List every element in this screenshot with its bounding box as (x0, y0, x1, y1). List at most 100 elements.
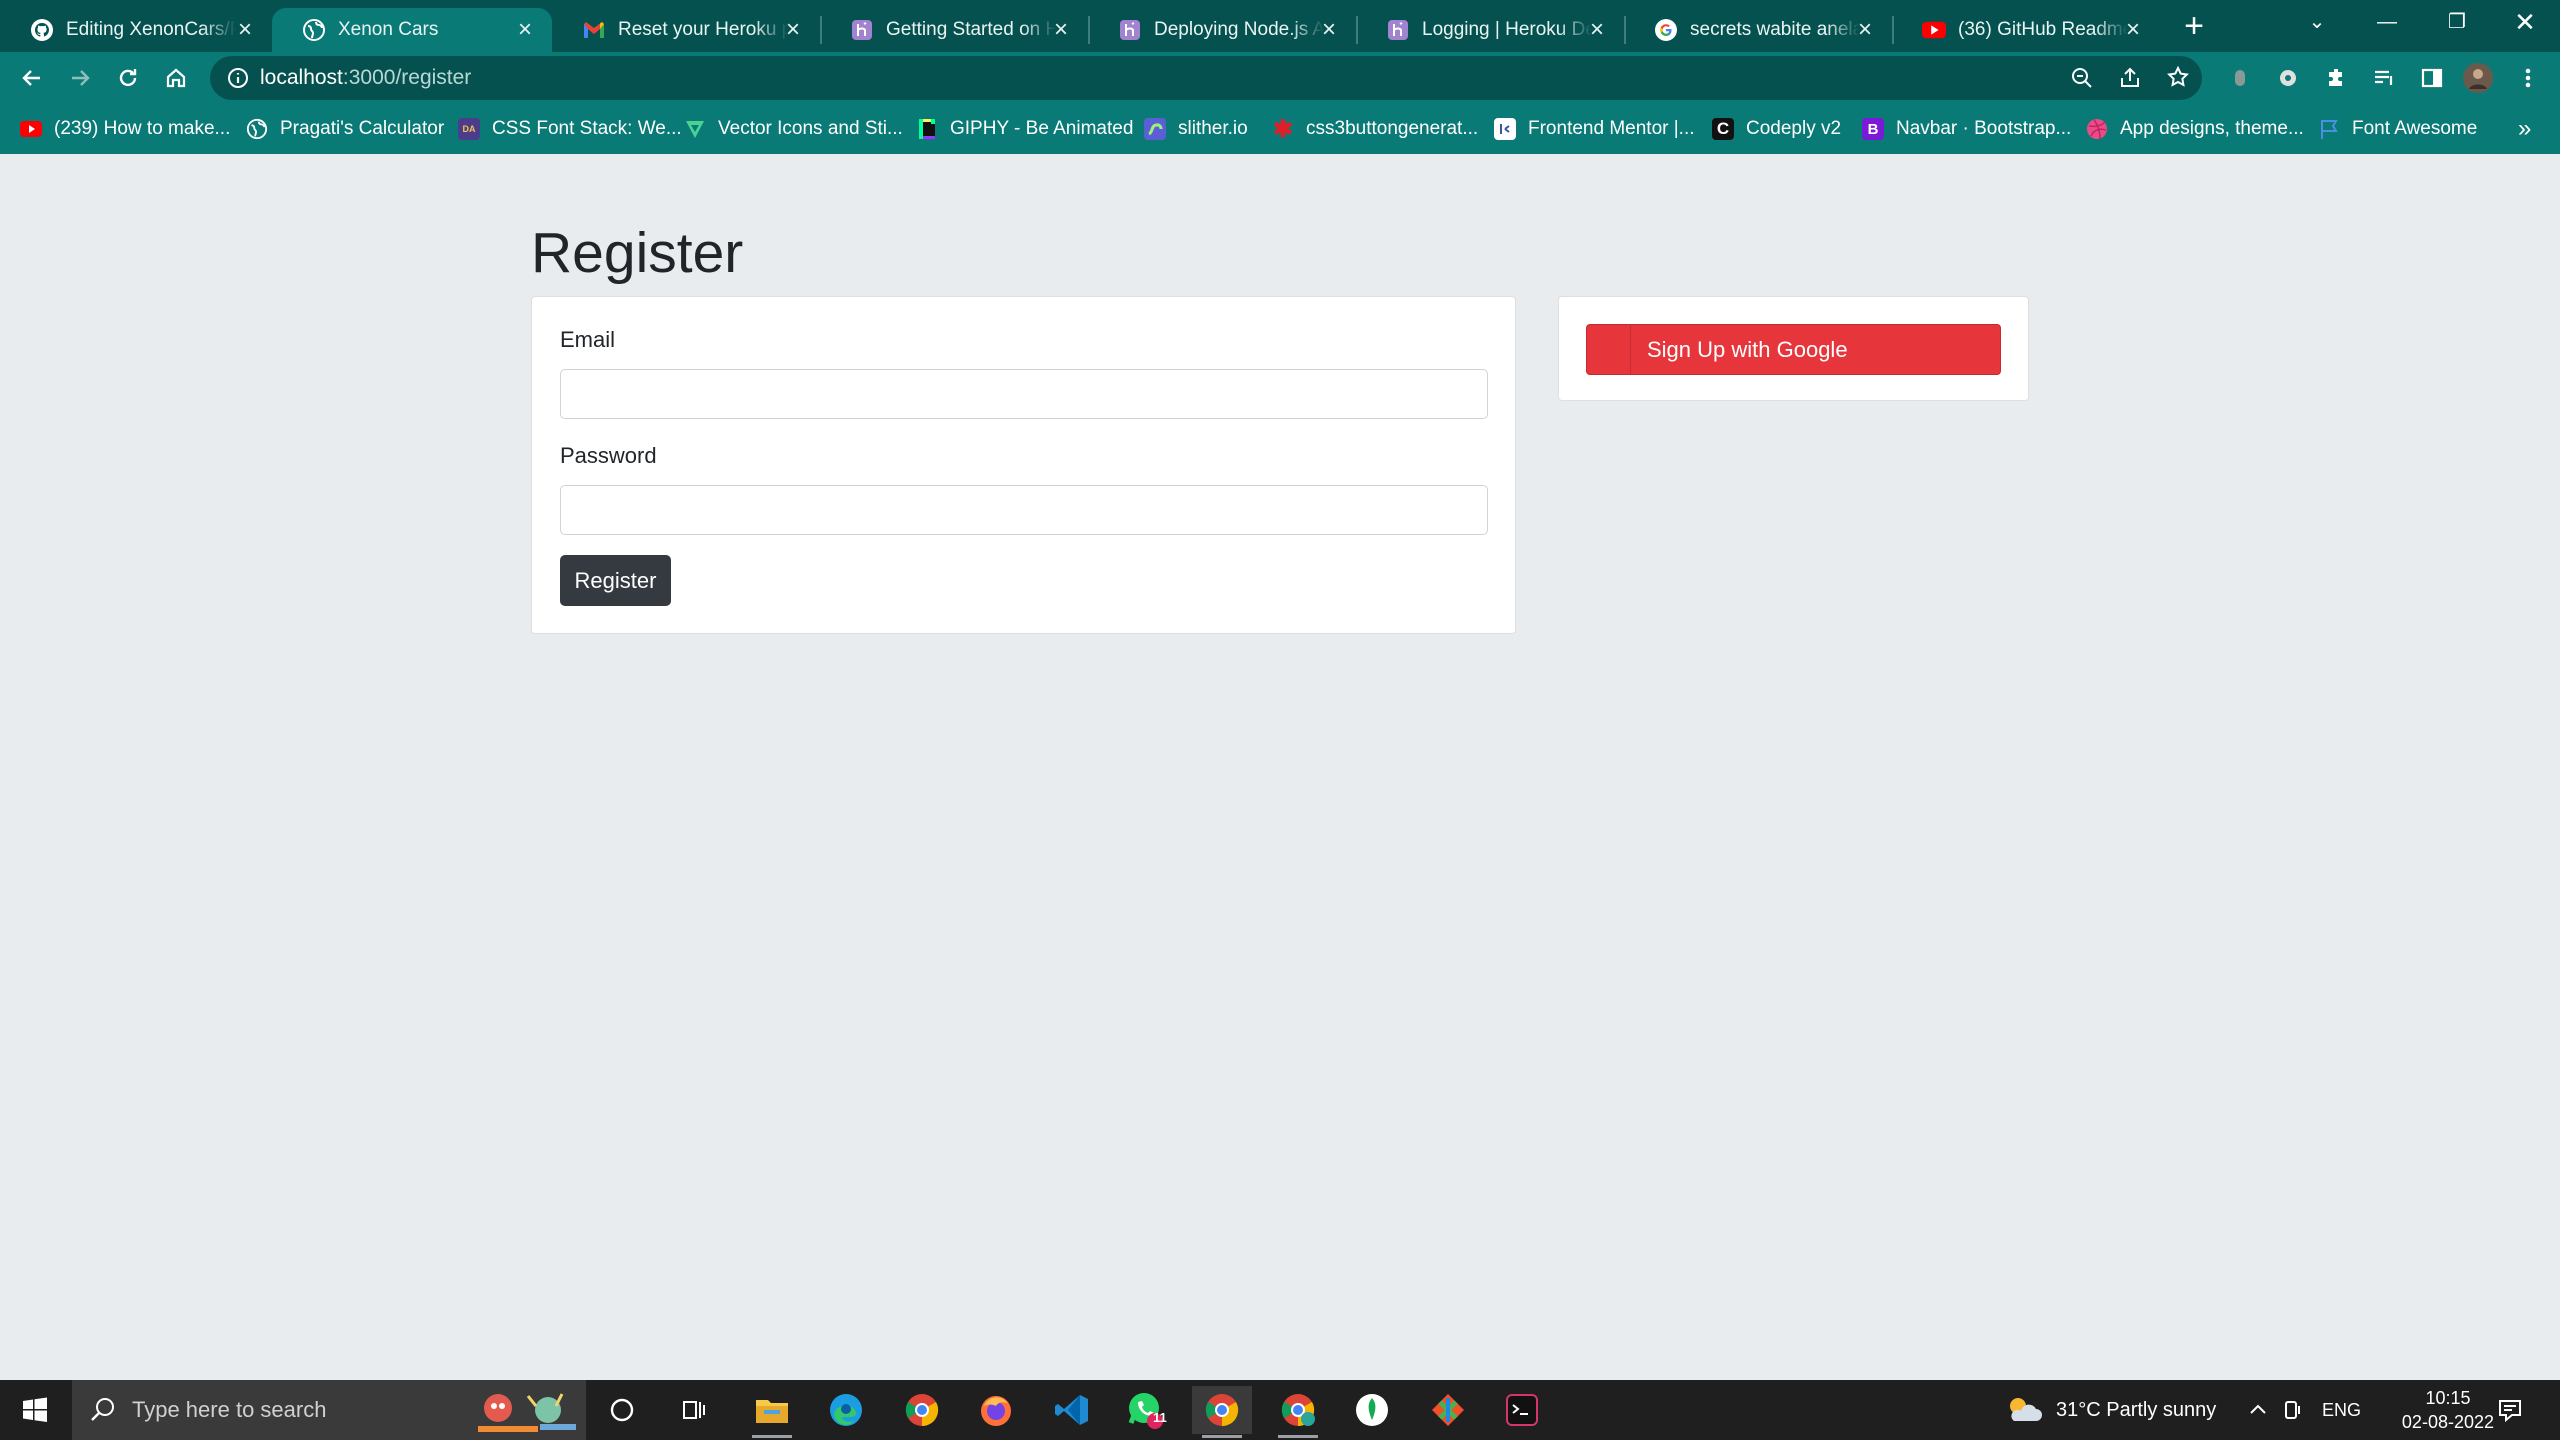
windows-start-button[interactable] (0, 1380, 70, 1440)
tab-youtube-readme[interactable]: (36) GitHub Readme I × (1892, 8, 2160, 52)
close-icon[interactable]: × (512, 17, 538, 43)
bookmark-label: App designs, theme... (2120, 118, 2304, 139)
bookmark-giphy[interactable]: GIPHY - Be Animated (916, 116, 1133, 142)
close-window-button[interactable]: ✕ (2490, 0, 2560, 44)
google-signup-label: Sign Up with Google (1647, 337, 1848, 362)
chrome-active-icon[interactable] (1192, 1386, 1252, 1438)
more-menu-icon[interactable] (2512, 62, 2544, 94)
bookmark-pragati-calculator[interactable]: Pragati's Calculator (246, 116, 444, 142)
bookmark-label: Frontend Mentor |... (1528, 118, 1695, 139)
tab-search-chevron-icon[interactable]: ⌄ (2282, 0, 2352, 44)
email-field[interactable] (560, 369, 1488, 419)
git-gui-icon[interactable] (1418, 1386, 1478, 1434)
taskbar-search-box[interactable]: Type here to search (72, 1380, 586, 1440)
bookmark-star-icon[interactable] (2166, 65, 2190, 94)
reading-list-icon[interactable] (2368, 62, 2400, 94)
new-tab-button[interactable]: + (2176, 8, 2212, 44)
close-icon[interactable]: × (1048, 17, 1074, 43)
more-bookmarks-chevron-icon[interactable]: » (2518, 115, 2531, 142)
bookmark-dribbble[interactable]: App designs, theme... (2086, 116, 2304, 142)
close-icon[interactable]: × (780, 17, 806, 43)
chrome-profile-icon[interactable] (1268, 1386, 1328, 1438)
address-bar[interactable]: localhost:3000/register (210, 56, 2202, 100)
google-icon (1587, 325, 1631, 374)
firefox-icon[interactable] (966, 1386, 1026, 1434)
file-explorer-icon[interactable] (742, 1386, 802, 1438)
show-hidden-icons-chevron-icon[interactable] (2248, 1380, 2268, 1440)
tab-heroku-logging[interactable]: Logging | Heroku Dev × (1356, 8, 1624, 52)
register-button[interactable]: Register (560, 555, 671, 606)
close-icon[interactable]: × (1852, 17, 1878, 43)
bookmark-css-font-stack[interactable]: DA CSS Font Stack: We... (458, 116, 682, 142)
tab-title: (36) GitHub Readme I (1958, 19, 2128, 40)
tab-title: secrets wabite anela y (1690, 19, 1860, 40)
bookmark-font-awesome[interactable]: Font Awesome (2318, 116, 2477, 142)
dribbble-icon (2086, 118, 2108, 140)
bookmark-label: Vector Icons and Sti... (718, 118, 903, 139)
clock-time: 10:15 (2425, 1388, 2471, 1408)
weather-text: 31°C Partly sunny (2056, 1398, 2217, 1421)
side-panel-icon[interactable] (2416, 62, 2448, 94)
extension-gear-icon[interactable] (2272, 62, 2304, 94)
bookmark-slither[interactable]: slither.io (1144, 116, 1248, 142)
device-icon[interactable] (2282, 1380, 2304, 1440)
zoom-icon[interactable] (2070, 66, 2094, 95)
bookmark-label: Codeply v2 (1746, 118, 1842, 139)
home-button[interactable] (160, 62, 192, 94)
bookmark-css3buttongenerator[interactable]: ✱ css3buttongenerat... (1272, 116, 1478, 143)
tab-heroku-getting-started[interactable]: Getting Started on Heroku × (820, 8, 1088, 52)
chrome-icon[interactable] (892, 1386, 952, 1434)
profile-avatar[interactable] (2462, 62, 2494, 94)
youtube-icon (1922, 18, 1946, 42)
tab-heroku-deploying[interactable]: Deploying Node.js Apps × (1088, 8, 1356, 52)
close-icon[interactable]: × (1316, 17, 1342, 43)
bookmark-label: Navbar · Bootstrap... (1896, 118, 2072, 139)
notifications-icon[interactable] (2496, 1380, 2524, 1440)
language-indicator[interactable]: ENG (2322, 1380, 2361, 1440)
codeply-icon: C (1712, 118, 1734, 140)
flaticon-icon (684, 118, 706, 140)
mongodb-compass-icon[interactable] (1342, 1386, 1402, 1434)
tab-github-readme[interactable]: Editing XenonCars/README.md × (0, 8, 272, 52)
close-icon[interactable]: × (1584, 17, 1610, 43)
info-icon[interactable] (226, 66, 250, 90)
extension-mouse-icon[interactable] (2224, 62, 2256, 94)
email-label: Email (560, 327, 616, 352)
bookmark-codeply[interactable]: C Codeply v2 (1712, 116, 1841, 142)
google-icon (1654, 18, 1678, 42)
minimize-button[interactable]: — (2352, 0, 2422, 44)
google-signup-button[interactable]: Sign Up with Google (1586, 324, 2001, 375)
weather-widget[interactable]: 31°C Partly sunny (2006, 1380, 2216, 1440)
back-button[interactable] (16, 62, 48, 94)
bookmark-frontend-mentor[interactable]: Frontend Mentor |... (1494, 116, 1695, 142)
taskbar: Type here to search 11 31°C Partly sunny… (0, 1380, 2560, 1440)
search-icon (90, 1396, 116, 1427)
tab-xenon-cars[interactable]: Xenon Cars × (272, 8, 552, 52)
reload-button[interactable] (112, 62, 144, 94)
restore-button[interactable]: ❐ (2422, 0, 2492, 44)
terminal-icon[interactable] (1492, 1386, 1552, 1434)
tab-strip: Editing XenonCars/README.md × Xenon Cars… (0, 0, 2560, 52)
bookmark-youtube[interactable]: (239) How to make... (20, 116, 230, 142)
globe-icon (302, 18, 326, 42)
search-highlight-illustration (470, 1386, 580, 1434)
heroku-icon (850, 18, 874, 42)
close-icon[interactable]: × (2120, 17, 2146, 43)
taskbar-clock[interactable]: 10:15 02-08-2022 (2402, 1386, 2494, 1434)
forward-button[interactable] (64, 62, 96, 94)
url-text[interactable]: localhost:3000/register (260, 66, 471, 90)
bookmark-bootstrap-navbar[interactable]: B Navbar · Bootstrap... (1862, 116, 2071, 142)
task-view-icon[interactable] (664, 1386, 724, 1434)
extensions-puzzle-icon[interactable] (2320, 62, 2352, 94)
password-field[interactable] (560, 485, 1488, 535)
vscode-icon[interactable] (1042, 1386, 1102, 1434)
search-placeholder: Type here to search (132, 1397, 327, 1422)
tab-heroku-reset[interactable]: Reset your Heroku password × (552, 8, 820, 52)
bookmark-vector-icons[interactable]: Vector Icons and Sti... (684, 116, 903, 142)
cortana-icon[interactable] (592, 1386, 652, 1434)
tab-google-search[interactable]: secrets wabite anela y × (1624, 8, 1892, 52)
close-icon[interactable]: × (232, 17, 258, 43)
whatsapp-icon[interactable]: 11 (1116, 1386, 1176, 1434)
edge-icon[interactable] (816, 1386, 876, 1434)
share-icon[interactable] (2118, 66, 2142, 95)
